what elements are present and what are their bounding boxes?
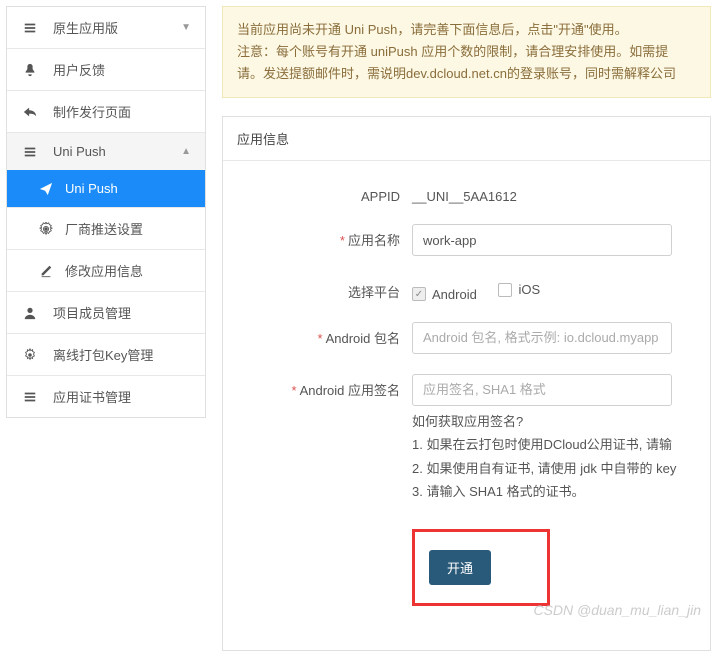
app-info-panel: 应用信息 APPID __UNI__5AA1612 *应用名称 选择平台 xyxy=(222,116,711,651)
sidebar-sub-vendor[interactable]: 厂商推送设置 xyxy=(7,208,205,250)
sidebar-item-label: 离线打包Key管理 xyxy=(53,345,191,364)
sidebar-item-unipush[interactable]: Uni Push ▲ xyxy=(7,133,205,171)
sidebar-item-publish[interactable]: 制作发行页面 xyxy=(7,91,205,133)
sidebar-sub-label: Uni Push xyxy=(65,181,118,196)
label-platform: 选择平台 xyxy=(237,276,412,301)
checkbox-android[interactable]: ✓ Android xyxy=(412,281,477,302)
chevron-up-icon: ▲ xyxy=(181,146,191,157)
input-package[interactable] xyxy=(412,322,672,354)
activate-button[interactable]: 开通 xyxy=(429,550,491,585)
sidebar-item-label: 用户反馈 xyxy=(53,60,191,79)
sidebar-item-label: 原生应用版 xyxy=(53,18,181,37)
list-icon xyxy=(21,145,39,159)
sidebar-item-label: 应用证书管理 xyxy=(53,387,191,406)
alert-line: 当前应用尚未开通 Uni Push，请完善下面信息后，点击"开通"使用。 xyxy=(237,19,696,41)
check-icon xyxy=(498,283,512,297)
sidebar-item-feedback[interactable]: 用户反馈 xyxy=(7,49,205,91)
label-appname: *应用名称 xyxy=(237,224,412,249)
chevron-down-icon: ▼ xyxy=(181,22,191,33)
label-signature: *Android 应用签名 xyxy=(237,374,412,399)
sidebar-sub-label: 修改应用信息 xyxy=(65,261,143,280)
sidebar-item-cert[interactable]: 应用证书管理 xyxy=(7,376,205,417)
edit-icon xyxy=(37,264,55,278)
alert-line: 请。发送提额邮件时，需说明dev.dcloud.net.cn的登录账号，同时需解… xyxy=(237,63,696,85)
highlight-box: 开通 xyxy=(412,529,550,606)
help-text: 如何获取应用签名? 1. 如果在云打包时使用DCloud公用证书, 请输 2. … xyxy=(412,410,696,504)
label-appid: APPID xyxy=(237,183,412,204)
value-appid: __UNI__5AA1612 xyxy=(412,183,696,204)
sidebar-item-label: Uni Push xyxy=(53,144,181,159)
list-icon xyxy=(21,21,39,35)
checkbox-ios[interactable]: iOS xyxy=(498,276,540,297)
sidebar-item-native[interactable]: 原生应用版 ▼ xyxy=(7,7,205,49)
user-icon xyxy=(21,306,39,320)
input-signature[interactable] xyxy=(412,374,672,406)
alert-line: 注意：每个账号有开通 uniPush 应用个数的限制，请合理安排使用。如需提 xyxy=(237,41,696,63)
share-icon xyxy=(21,105,39,119)
watermark: CSDN @duan_mu_lian_jin xyxy=(533,602,701,618)
sidebar-item-label: 项目成员管理 xyxy=(53,303,191,322)
sidebar-sub-edit[interactable]: 修改应用信息 xyxy=(7,250,205,292)
sidebar-sub-label: 厂商推送设置 xyxy=(65,219,143,238)
sidebar-sub-unipush[interactable]: Uni Push xyxy=(7,170,205,208)
sidebar-item-label: 制作发行页面 xyxy=(53,102,191,121)
send-icon xyxy=(37,182,55,196)
list-icon xyxy=(21,390,39,404)
sidebar-item-members[interactable]: 项目成员管理 xyxy=(7,292,205,334)
main-content: 当前应用尚未开通 Uni Push，请完善下面信息后，点击"开通"使用。 注意：… xyxy=(212,0,711,651)
panel-title: 应用信息 xyxy=(223,117,710,161)
check-icon: ✓ xyxy=(412,287,426,301)
input-appname[interactable] xyxy=(412,224,672,256)
alert-box: 当前应用尚未开通 Uni Push，请完善下面信息后，点击"开通"使用。 注意：… xyxy=(222,6,711,98)
sidebar: 原生应用版 ▼ 用户反馈 制作发行页面 Uni Push ▲ Uni Push xyxy=(0,0,212,651)
gear-icon xyxy=(21,348,39,362)
gear-icon xyxy=(37,222,55,236)
bell-icon xyxy=(21,63,39,77)
sidebar-item-offlinekey[interactable]: 离线打包Key管理 xyxy=(7,334,205,376)
label-package: *Android 包名 xyxy=(237,322,412,347)
